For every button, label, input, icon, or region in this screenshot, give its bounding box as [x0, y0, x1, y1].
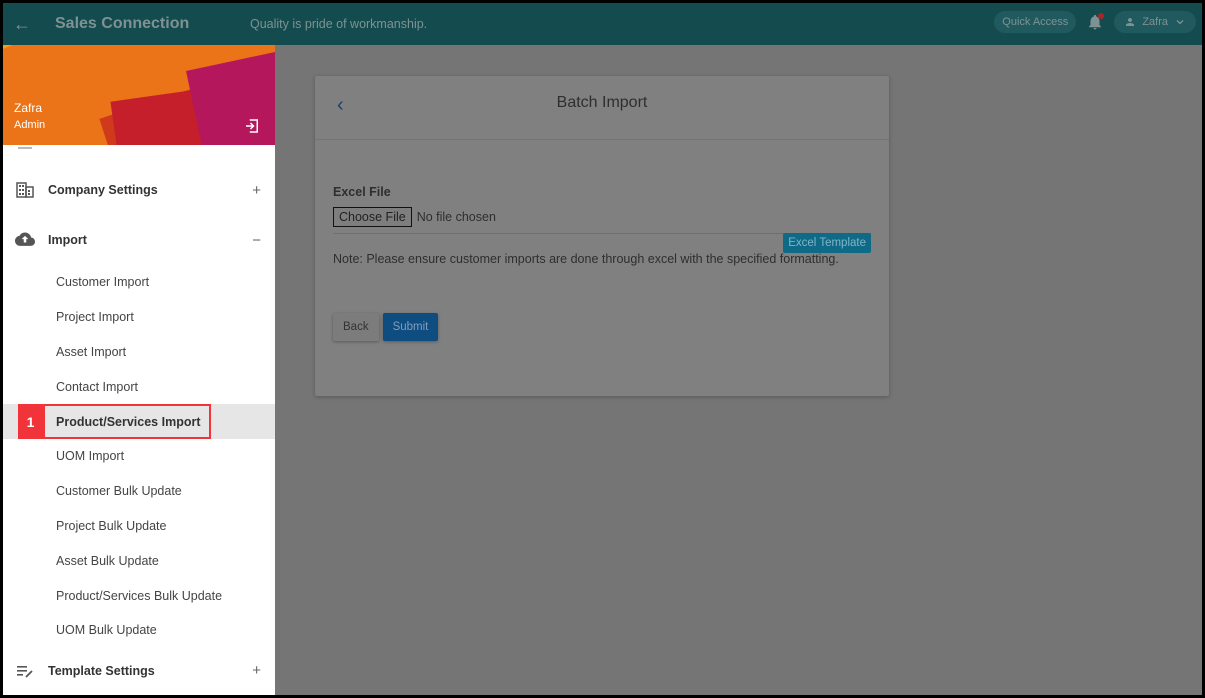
back-button[interactable]: Back — [333, 313, 379, 341]
submit-button[interactable]: Submit — [382, 313, 439, 341]
back-arrow-icon[interactable]: ← — [5, 14, 39, 35]
chevron-down-icon — [1176, 20, 1184, 25]
file-status: No file chosen — [416, 210, 496, 224]
quick-access-button[interactable]: Quick Access — [994, 11, 1077, 33]
sidebar-item-customer-bulk-update[interactable]: Customer Bulk Update — [3, 474, 275, 509]
profile-name: Zafra — [14, 101, 43, 115]
template-edit-icon — [15, 661, 35, 681]
top-bar: ← Sales Connection Quality is pride of w… — [3, 3, 1202, 45]
scrolled-menu-item — [18, 147, 32, 149]
sidebar-group-template-settings[interactable]: Template Settings + — [3, 648, 275, 694]
import-note: Note: Please ensure customer imports are… — [333, 252, 839, 266]
card-header: ‹ Batch Import — [315, 76, 889, 140]
sidebar-item-product-services-import[interactable]: 1 Product/Services Import — [3, 404, 275, 440]
excel-template-button[interactable]: Excel Template — [783, 233, 871, 253]
choose-file-button[interactable]: Choose File — [333, 207, 412, 227]
sidebar-group-import[interactable]: Import − — [3, 215, 275, 265]
expand-icon[interactable]: + — [252, 182, 261, 199]
expand-icon[interactable]: + — [252, 662, 261, 679]
sidebar-item-asset-import[interactable]: Asset Import — [3, 335, 275, 370]
notification-button[interactable] — [1086, 13, 1105, 31]
sidebar: Zafra Admin Company Settings + Import − — [3, 45, 275, 695]
sidebar-item-project-import[interactable]: Project Import — [3, 300, 275, 335]
building-icon — [15, 180, 35, 200]
user-name: Zafra — [1142, 16, 1168, 28]
tagline: Quality is pride of workmanship. — [250, 17, 428, 31]
step-badge: 1 — [18, 404, 43, 440]
batch-import-card: ‹ Batch Import Excel File Choose File No… — [315, 76, 889, 396]
profile-banner: Zafra Admin — [3, 45, 275, 145]
sidebar-group-label: Company Settings — [48, 183, 158, 197]
app-window: ← Sales Connection Quality is pride of w… — [3, 3, 1202, 695]
sidebar-item-asset-bulk-update[interactable]: Asset Bulk Update — [3, 543, 275, 578]
profile-role: Admin — [14, 119, 46, 131]
sidebar-group-label: Import — [48, 233, 87, 247]
sidebar-item-product-services-bulk-update[interactable]: Product/Services Bulk Update — [3, 578, 275, 613]
form-actions: Back Submit — [333, 313, 439, 341]
app-title: Sales Connection — [55, 15, 190, 32]
sidebar-item-project-bulk-update[interactable]: Project Bulk Update — [3, 509, 275, 544]
sidebar-item-uom-import[interactable]: UOM Import — [3, 439, 275, 474]
user-menu-button[interactable]: Zafra — [1114, 11, 1196, 33]
top-right-actions: Quick Access Zafra — [994, 11, 1196, 33]
collapse-icon[interactable]: − — [252, 232, 261, 249]
sidebar-group-label: Template Settings — [48, 663, 155, 678]
cloud-upload-icon — [15, 230, 35, 250]
sidebar-menu: Company Settings + Import − Customer Imp… — [3, 165, 275, 694]
person-icon — [1126, 18, 1135, 26]
logout-icon[interactable] — [243, 117, 261, 135]
file-input[interactable]: Choose File No file chosen — [333, 207, 871, 234]
excel-file-label: Excel File — [333, 185, 391, 199]
sidebar-group-company-settings[interactable]: Company Settings + — [3, 165, 275, 215]
card-title: Batch Import — [556, 94, 648, 111]
sidebar-item-contact-import[interactable]: Contact Import — [3, 369, 275, 404]
highlight-box — [43, 404, 211, 440]
sidebar-item-customer-import[interactable]: Customer Import — [3, 265, 275, 300]
sidebar-item-uom-bulk-update[interactable]: UOM Bulk Update — [3, 613, 275, 648]
